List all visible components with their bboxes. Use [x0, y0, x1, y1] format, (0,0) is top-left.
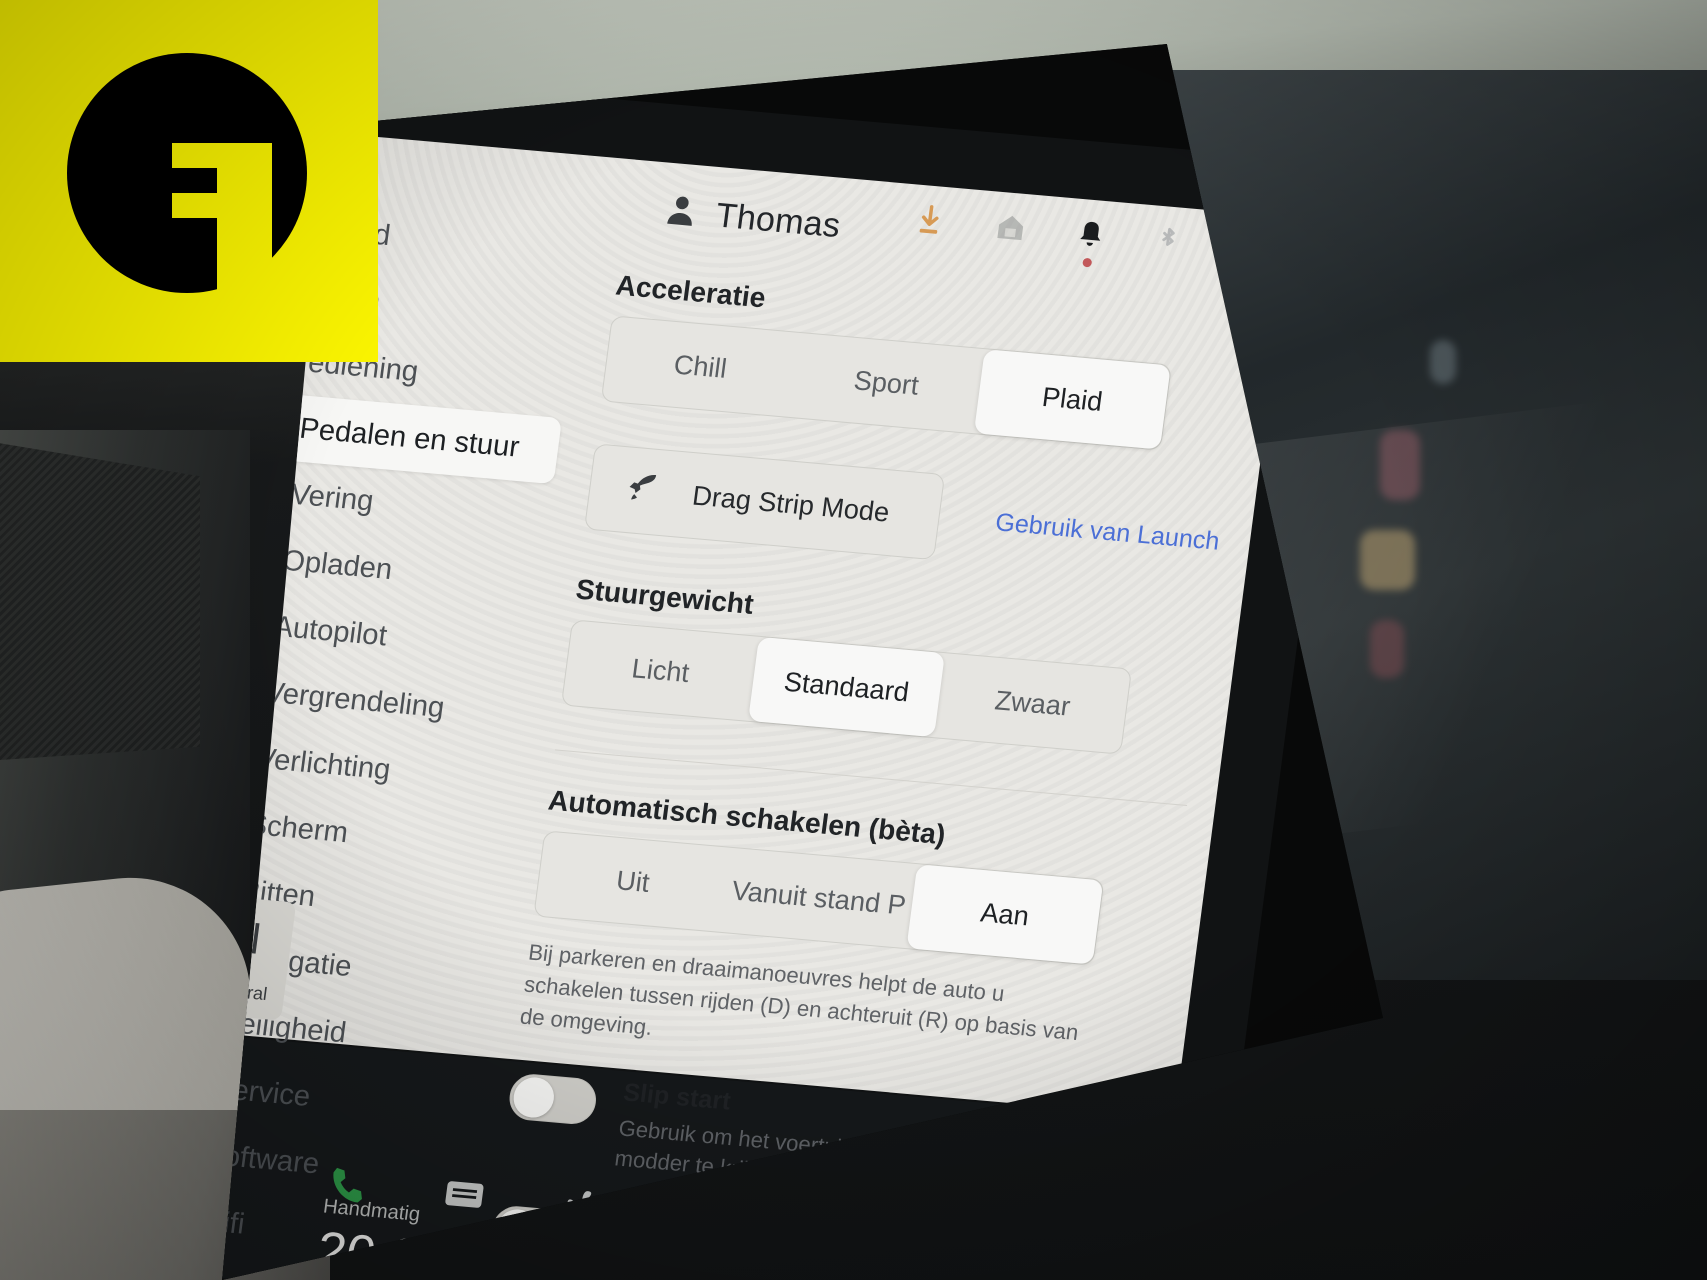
notification-bell-icon[interactable] — [1075, 218, 1106, 268]
rocket-icon — [622, 469, 661, 513]
background-blob-d — [1430, 340, 1456, 384]
auto-shift-option-uit[interactable]: Uit — [534, 831, 731, 931]
toggle-knob — [511, 1075, 557, 1119]
profile-name: Thomas — [713, 195, 843, 245]
sidebar-item-label: Vergrendeling — [263, 675, 447, 724]
person-icon — [664, 192, 699, 232]
drag-strip-mode-button[interactable]: Drag Strip Mode — [583, 443, 946, 561]
sidebar-item-label: Vering — [289, 477, 376, 518]
screenshot-root: Handmatig 20.0 Thomas — [0, 0, 1707, 1280]
notification-dot — [1082, 257, 1093, 268]
background-blob-b — [1360, 530, 1415, 590]
software-download-icon[interactable] — [913, 203, 946, 242]
bluetooth-icon[interactable] — [1153, 224, 1182, 263]
auto-shift-description: Bij parkeren en draaimanoeuvres helpt de… — [518, 939, 1080, 1045]
launch-help-link[interactable]: Gebruik van Launch — [994, 508, 1221, 557]
home-icon[interactable] — [993, 211, 1028, 249]
sidebar-item-label: Opladen — [280, 543, 395, 586]
auto-shift-option-aan[interactable]: Aan — [906, 864, 1104, 965]
background-blob-c — [1370, 620, 1404, 678]
slip-start-toggle[interactable] — [506, 1072, 599, 1126]
acceleration-option-plaid[interactable]: Plaid — [973, 349, 1171, 450]
drag-strip-row: Drag Strip Mode Gebruik van Launch — [583, 443, 1227, 585]
ev-logo-mark — [67, 53, 307, 298]
acceleration-option-chill[interactable]: Chill — [602, 316, 799, 416]
drag-strip-mode-label: Drag Strip Mode — [690, 479, 892, 528]
background-blob-a — [1380, 430, 1420, 500]
steering-option-licht[interactable]: Licht — [562, 620, 759, 720]
acceleration-option-sport[interactable]: Sport — [788, 333, 985, 433]
steering-option-standaard[interactable]: Standaard — [748, 636, 946, 738]
ev-logo — [0, 0, 378, 362]
sidebar-item-label: Verlichting — [254, 741, 393, 786]
steering-option-zwaar[interactable]: Zwaar — [934, 653, 1131, 753]
sidebar-item-label: Autopilot — [271, 609, 389, 652]
sidebar-item-label: Pedalen en stuur — [297, 411, 522, 464]
profile-button[interactable]: Thomas — [664, 191, 843, 245]
auto-shift-option-vanuit-stand-p[interactable]: Vanuit stand P — [720, 848, 917, 948]
